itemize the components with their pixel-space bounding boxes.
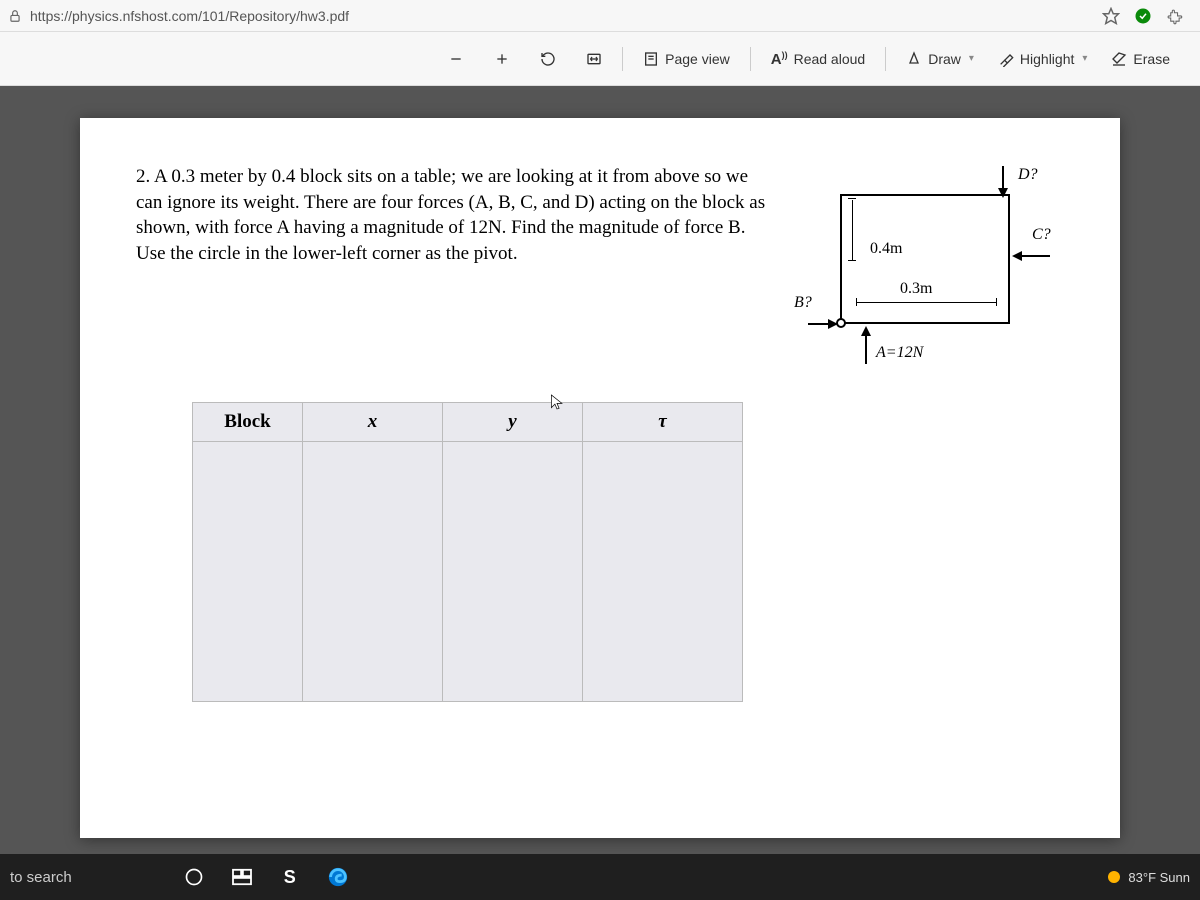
zoom-in-button[interactable] bbox=[484, 45, 520, 73]
fit-button[interactable] bbox=[576, 45, 612, 73]
taskbar-search-text[interactable]: to search bbox=[10, 869, 92, 886]
read-aloud-icon: A)) bbox=[771, 50, 788, 68]
table-header-y: y bbox=[443, 403, 583, 442]
pdf-toolbar: Page view A)) Read aloud Draw ▾ Highligh… bbox=[0, 32, 1200, 86]
read-aloud-label: Read aloud bbox=[794, 51, 866, 67]
chevron-down-icon: ▾ bbox=[969, 53, 974, 64]
table-header-x: x bbox=[303, 403, 443, 442]
table-row bbox=[193, 442, 743, 702]
extensions-icon[interactable] bbox=[1166, 7, 1184, 25]
edge-button[interactable] bbox=[316, 857, 360, 897]
rotate-button[interactable] bbox=[530, 45, 566, 73]
force-b-label: B? bbox=[794, 294, 812, 312]
block-diagram: 0.4m 0.3m D? C? B? A=12N bbox=[800, 164, 1060, 384]
highlight-label: Highlight bbox=[1020, 51, 1074, 67]
erase-icon bbox=[1111, 51, 1127, 67]
pdf-viewport[interactable]: 2. A 0.3 meter by 0.4 block sits on a ta… bbox=[0, 86, 1200, 854]
read-aloud-button[interactable]: A)) Read aloud bbox=[761, 44, 875, 74]
force-c-arrow bbox=[1010, 246, 1054, 266]
table-header-block: Block bbox=[193, 403, 303, 442]
solution-table: Block x y τ bbox=[192, 402, 743, 702]
erase-label: Erase bbox=[1133, 51, 1170, 67]
url-text[interactable]: https://physics.nfshost.com/101/Reposito… bbox=[30, 8, 1094, 24]
zoom-out-button[interactable] bbox=[438, 45, 474, 73]
app-s-button[interactable]: S bbox=[268, 857, 312, 897]
cortana-button[interactable] bbox=[172, 857, 216, 897]
force-d-label: D? bbox=[1018, 166, 1038, 184]
draw-label: Draw bbox=[928, 51, 961, 67]
page-view-label: Page view bbox=[665, 51, 730, 67]
width-label: 0.3m bbox=[900, 280, 932, 298]
lock-icon bbox=[8, 9, 22, 23]
favorite-icon[interactable] bbox=[1102, 7, 1120, 25]
chevron-down-icon: ▾ bbox=[1082, 53, 1087, 64]
highlight-icon bbox=[998, 51, 1014, 67]
pdf-page: 2. A 0.3 meter by 0.4 block sits on a ta… bbox=[80, 118, 1120, 838]
force-a-label: A=12N bbox=[876, 344, 923, 362]
problem-text: 2. A 0.3 meter by 0.4 block sits on a ta… bbox=[136, 164, 776, 384]
force-a-arrow bbox=[856, 324, 876, 368]
table-header-tau: τ bbox=[583, 403, 743, 442]
draw-button[interactable]: Draw ▾ bbox=[896, 45, 984, 73]
address-bar: https://physics.nfshost.com/101/Reposito… bbox=[0, 0, 1200, 32]
force-d-arrow bbox=[988, 164, 1018, 200]
highlight-button[interactable]: Highlight ▾ bbox=[988, 45, 1098, 73]
page-view-icon bbox=[643, 51, 659, 67]
weather-icon bbox=[1108, 871, 1120, 883]
task-view-button[interactable] bbox=[220, 857, 264, 897]
page-view-button[interactable]: Page view bbox=[633, 45, 740, 73]
pivot-circle bbox=[836, 318, 846, 328]
draw-icon bbox=[906, 51, 922, 67]
check-circle-icon[interactable] bbox=[1134, 7, 1152, 25]
height-label: 0.4m bbox=[870, 240, 902, 258]
force-c-label: C? bbox=[1032, 226, 1051, 244]
windows-taskbar: to search S 83°F Sunn bbox=[0, 854, 1200, 900]
erase-button[interactable]: Erase bbox=[1101, 45, 1180, 73]
weather-text[interactable]: 83°F Sunn bbox=[1128, 870, 1190, 885]
